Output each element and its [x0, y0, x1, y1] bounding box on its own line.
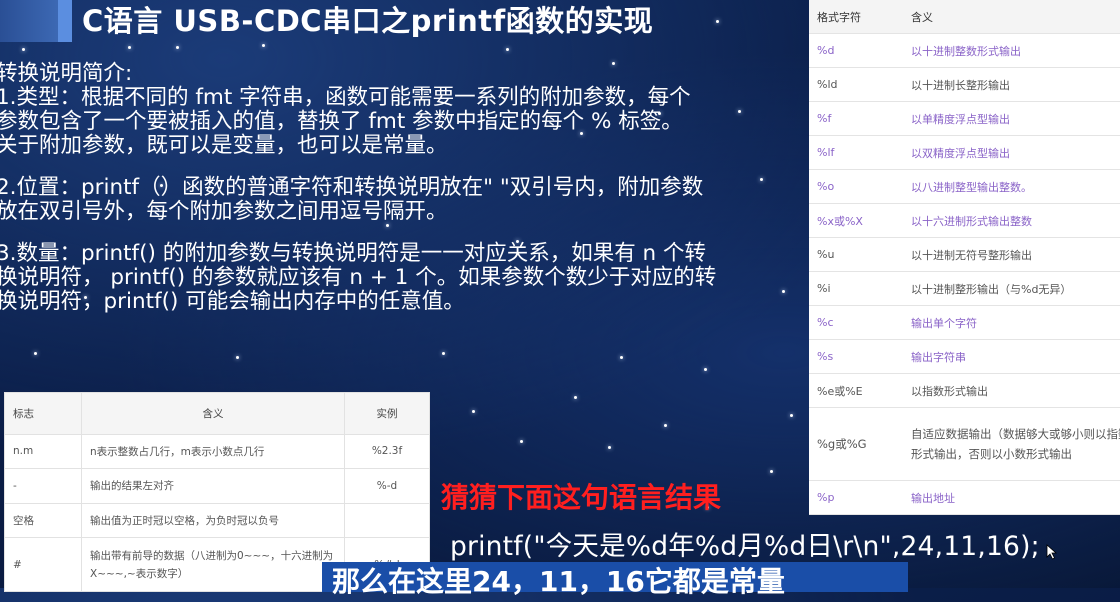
format-desc: 以十六进制形式输出整数 [903, 203, 1120, 238]
table-row: - 输出的结果左对齐 %-d [4, 468, 430, 504]
flag-cell: 空格 [4, 502, 82, 539]
flag-cell: n.m [4, 433, 82, 470]
format-spec: %u [809, 237, 903, 272]
format-spec: %g或%G [809, 407, 903, 481]
mouse-cursor-icon [1046, 544, 1058, 560]
format-desc: 以双精度浮点型输出 [903, 135, 1120, 170]
format-desc: 以十进制长整形输出 [903, 67, 1120, 102]
table-row: %p 输出地址 [809, 480, 1120, 515]
table-row: %lf 以双精度浮点型输出 [809, 135, 1120, 170]
table-row: 空格 输出值为正时冠以空格，为负时冠以负号 [4, 502, 430, 539]
format-desc: 以十进制无符号整形输出 [903, 237, 1120, 272]
format-spec: %d [809, 33, 903, 68]
question-text: 猜猜下面这句语言结果 [441, 481, 722, 514]
table-row: %s 输出字符串 [809, 339, 1120, 374]
format-desc: 以单精度浮点型输出 [903, 101, 1120, 136]
table-row: %g或%G 自适应数据输出（数据够大或够小则以指数形式输出，否则以小数形式输出 [809, 407, 1120, 481]
flag-example: %2.3f [344, 433, 430, 470]
flag-desc: 输出的结果左对齐 [81, 468, 345, 504]
format-desc: 以十进制整形输出（与%d无异） [903, 271, 1120, 306]
flag-cell: - [4, 468, 82, 504]
column-header: 格式字符 [809, 0, 903, 34]
body-line: 放在双引号外，每个附加参数之间用逗号隔开。 [0, 199, 448, 224]
flag-desc: 输出值为正时冠以空格，为负时冠以负号 [81, 502, 345, 539]
format-desc: 以八进制整型输出整数。 [903, 169, 1120, 204]
column-header: 含义 [81, 392, 345, 435]
title-accent [58, 0, 72, 42]
body-line: 2.位置：printf（）函数的普通字符和转换说明放在" "双引号内，附加参数 [0, 175, 704, 200]
format-spec: %ld [809, 67, 903, 102]
body-line: 转换说明简介: [0, 61, 133, 86]
table-header-row: 格式字符 含义 [809, 0, 1120, 34]
flag-example [344, 502, 430, 539]
format-spec: %i [809, 271, 903, 306]
flag-desc: 输出带有前导的数据（八进制为0~~~，十六进制为X~~~,~表示数字） [81, 537, 345, 592]
format-spec: %lf [809, 135, 903, 170]
flag-cell: # [4, 537, 82, 592]
column-header: 含义 [903, 0, 1120, 34]
body-line: 3.数量：printf() 的附加参数与转换说明符是一一对应关系，如果有 n 个… [0, 241, 707, 266]
table-row: %u 以十进制无符号整形输出 [809, 237, 1120, 272]
format-spec: %c [809, 305, 903, 340]
format-specifier-table: 格式字符 含义 %d 以十进制整数形式输出 %ld 以十进制长整形输出 %f 以单精度… [809, 0, 1120, 515]
format-spec: %x或%X [809, 203, 903, 238]
table-row: %i 以十进制整形输出（与%d无异） [809, 271, 1120, 306]
body-line: 1.类型：根据不同的 fmt 字符串，函数可能需要一系列的附加参数，每个 [0, 85, 691, 110]
title-decoration [0, 0, 66, 42]
caption-text: 那么在这里24，11，16它都是常量 [332, 565, 785, 598]
format-spec: %o [809, 169, 903, 204]
flag-example: %-d [344, 468, 430, 504]
format-desc: 以指数形式输出 [903, 373, 1120, 408]
table-row: %d 以十进制整数形式输出 [809, 33, 1120, 68]
table-row: %c 输出单个字符 [809, 305, 1120, 340]
body-line: 参数包含了一个要被插入的值，替换了 fmt 参数中指定的每个 % 标签。 [0, 109, 683, 134]
format-spec: %f [809, 101, 903, 136]
format-spec: %e或%E [809, 373, 903, 408]
format-desc: 输出地址 [903, 480, 1120, 515]
table-row: %ld 以十进制长整形输出 [809, 67, 1120, 102]
table-row: %f 以单精度浮点型输出 [809, 101, 1120, 136]
table-row: %x或%X 以十六进制形式输出整数 [809, 203, 1120, 238]
format-spec: %p [809, 480, 903, 515]
table-row: %o 以八进制整型输出整数。 [809, 169, 1120, 204]
body-line: 关于附加参数，既可以是变量，也可以是常量。 [0, 133, 448, 158]
format-desc: 输出单个字符 [903, 305, 1120, 340]
body-line: 换说明符，printf() 可能会输出内存中的任意值。 [0, 289, 465, 314]
slide-title: C语言 USB-CDC串口之printf函数的实现 [82, 4, 654, 38]
table-header-row: 标志 含义 实例 [4, 392, 430, 435]
format-desc: 以十进制整数形式输出 [903, 33, 1120, 68]
format-spec: %s [809, 339, 903, 374]
table-row: n.m n表示整数占几行，m表示小数点几行 %2.3f [4, 433, 430, 470]
table-row: %e或%E 以指数形式输出 [809, 373, 1120, 408]
code-line: printf("今天是%d年%d月%d日\r\n",24,11,16); [450, 531, 1040, 562]
body-line: 换说明符， printf() 的参数就应该有 n + 1 个。如果参数个数少于对… [0, 265, 717, 290]
column-header: 标志 [4, 392, 82, 435]
format-desc: 输出字符串 [903, 339, 1120, 374]
format-desc: 自适应数据输出（数据够大或够小则以指数形式输出，否则以小数形式输出 [903, 407, 1120, 481]
column-header: 实例 [344, 392, 430, 435]
flag-desc: n表示整数占几行，m表示小数点几行 [81, 433, 345, 470]
body-text: 转换说明简介: 1.类型：根据不同的 fmt 字符串，函数可能需要一系列的附加参… [0, 62, 796, 314]
